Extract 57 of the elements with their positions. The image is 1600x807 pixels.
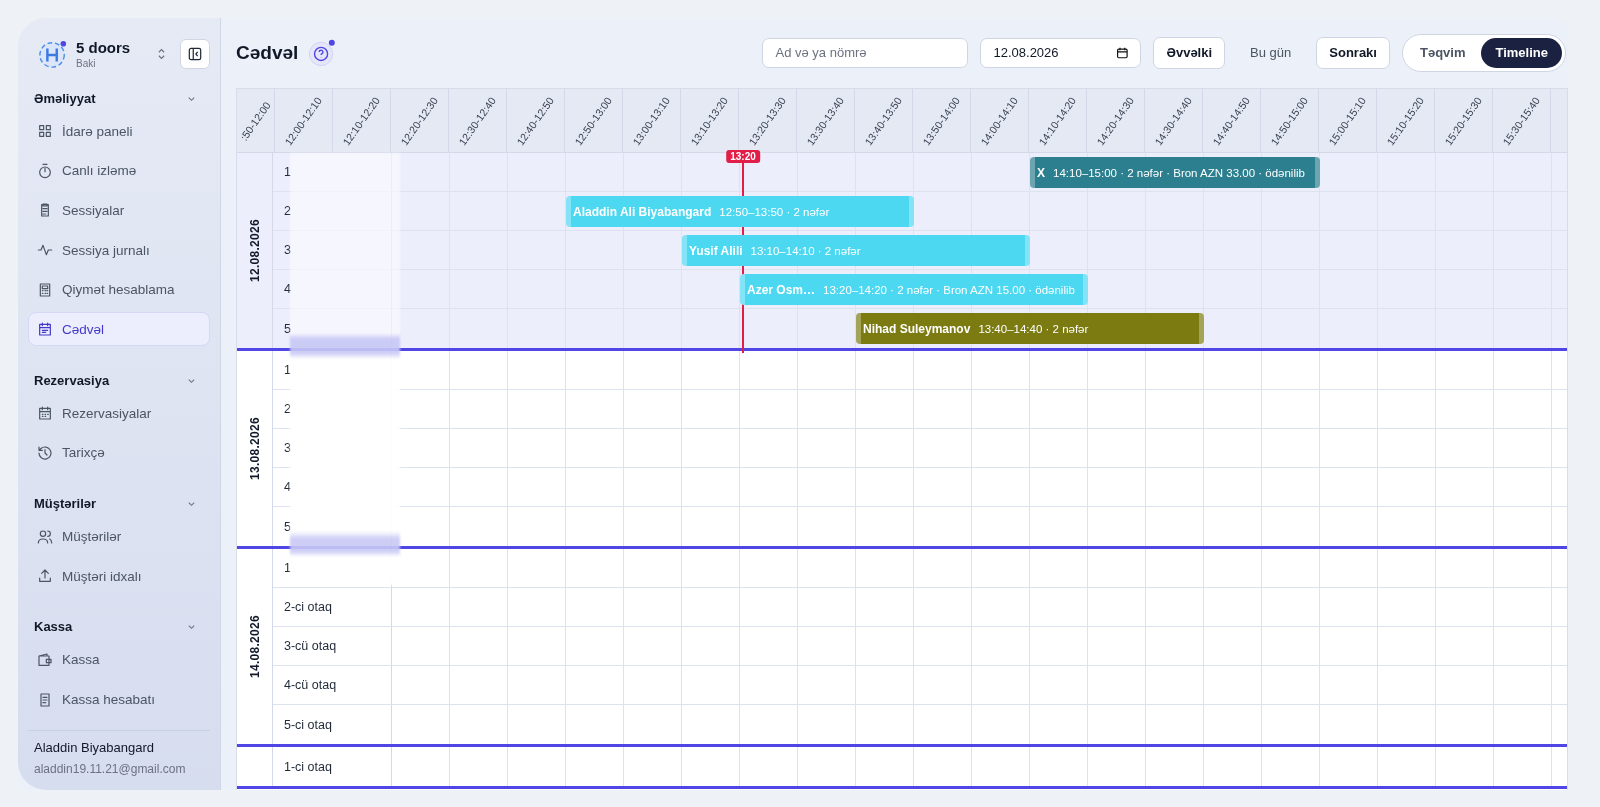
nav-icon xyxy=(37,528,53,545)
calendar-icon xyxy=(1115,45,1129,60)
sidebar-item[interactable]: Canlı izləmə xyxy=(28,153,210,188)
date-label: 14.08.2026 xyxy=(247,614,262,679)
chevron-down-icon[interactable] xyxy=(187,499,196,508)
collapse-sidebar-button[interactable] xyxy=(180,39,210,69)
booking-bar[interactable]: Nihad Suleymanov 13:40–14:40 · 2 nəfər xyxy=(856,313,1204,344)
room-cell: 1-ci otaq xyxy=(273,747,392,786)
sidebar-item[interactable]: Rezervasiyalar xyxy=(28,396,210,431)
brand-location: Baki xyxy=(76,58,97,69)
nav-icon xyxy=(37,444,53,461)
user-name: Aladdin Biyabangard xyxy=(34,740,155,755)
sidebar-item[interactable]: Müştəri idxalı xyxy=(28,559,210,594)
panel-icon xyxy=(188,47,202,61)
sidebar-item[interactable]: Qiymət hesablama xyxy=(28,272,210,307)
view-tab[interactable]: Təqvim xyxy=(1405,37,1480,68)
logo-icon xyxy=(38,39,68,69)
previous-button[interactable]: Əvvəlki xyxy=(1153,36,1226,69)
current-time-badge: 13:20 xyxy=(726,150,760,163)
help-icon[interactable] xyxy=(308,38,337,67)
nav-icon xyxy=(37,405,53,422)
nav-icon xyxy=(37,123,53,139)
sidebar-item[interactable]: Kassa xyxy=(28,642,210,677)
room-cell: 3-cü otaq xyxy=(273,627,392,665)
sidebar-item[interactable]: Kassa hesabatı xyxy=(28,682,210,717)
date-label: 12.08.2026 xyxy=(247,218,262,283)
section-header[interactable]: Müştərilər xyxy=(28,493,210,514)
nav-icon xyxy=(37,162,53,179)
nav-icon xyxy=(37,321,53,338)
sidebar-item[interactable]: Tarixçə xyxy=(28,435,210,470)
view-tab[interactable]: Timeline xyxy=(1481,37,1562,68)
today-button[interactable]: Bu gün xyxy=(1237,36,1305,69)
chevron-down-icon[interactable] xyxy=(187,622,196,632)
sidebar-item[interactable]: İdarə paneli xyxy=(28,114,210,148)
brand-name: 5 doors xyxy=(76,39,132,56)
sidebar-item[interactable]: Müştərilər xyxy=(28,519,210,554)
nav-icon xyxy=(37,568,53,585)
booking-bar[interactable]: X 14:10–15:00 · 2 nəfər · Bron AZN 33.00 · ödənilib xyxy=(1030,157,1320,188)
room-cell: 4-cü otaq xyxy=(273,666,392,704)
section-header[interactable]: Rezervasiya xyxy=(28,370,210,391)
next-button[interactable]: Sonrakı xyxy=(1316,36,1390,69)
nav-icon xyxy=(37,651,53,668)
section-header[interactable]: Kassa xyxy=(28,616,210,637)
date-field[interactable]: 12.08.2026 xyxy=(980,37,1142,68)
chevron-up-down-icon[interactable] xyxy=(157,47,166,61)
nav-icon xyxy=(37,691,53,708)
search-field[interactable]: Ad və ya nömrə xyxy=(762,37,969,68)
page-title: Cədvəl xyxy=(236,41,299,64)
room-cell: 5-ci otaq xyxy=(273,705,392,744)
sidebar-item[interactable]: Cədvəl xyxy=(28,312,210,347)
date-label: 13.08.2026 xyxy=(247,416,262,481)
nav-icon xyxy=(37,281,53,298)
sidebar-item[interactable]: Sessiyalar xyxy=(28,193,210,228)
sidebar-item[interactable]: Sessiya jurnalı xyxy=(28,233,210,268)
user-email: aladdin19.11.21@gmail.com xyxy=(34,762,187,776)
section-header[interactable]: Əməliyyat xyxy=(28,88,210,108)
room-cell: 2-ci otaq xyxy=(273,588,392,626)
